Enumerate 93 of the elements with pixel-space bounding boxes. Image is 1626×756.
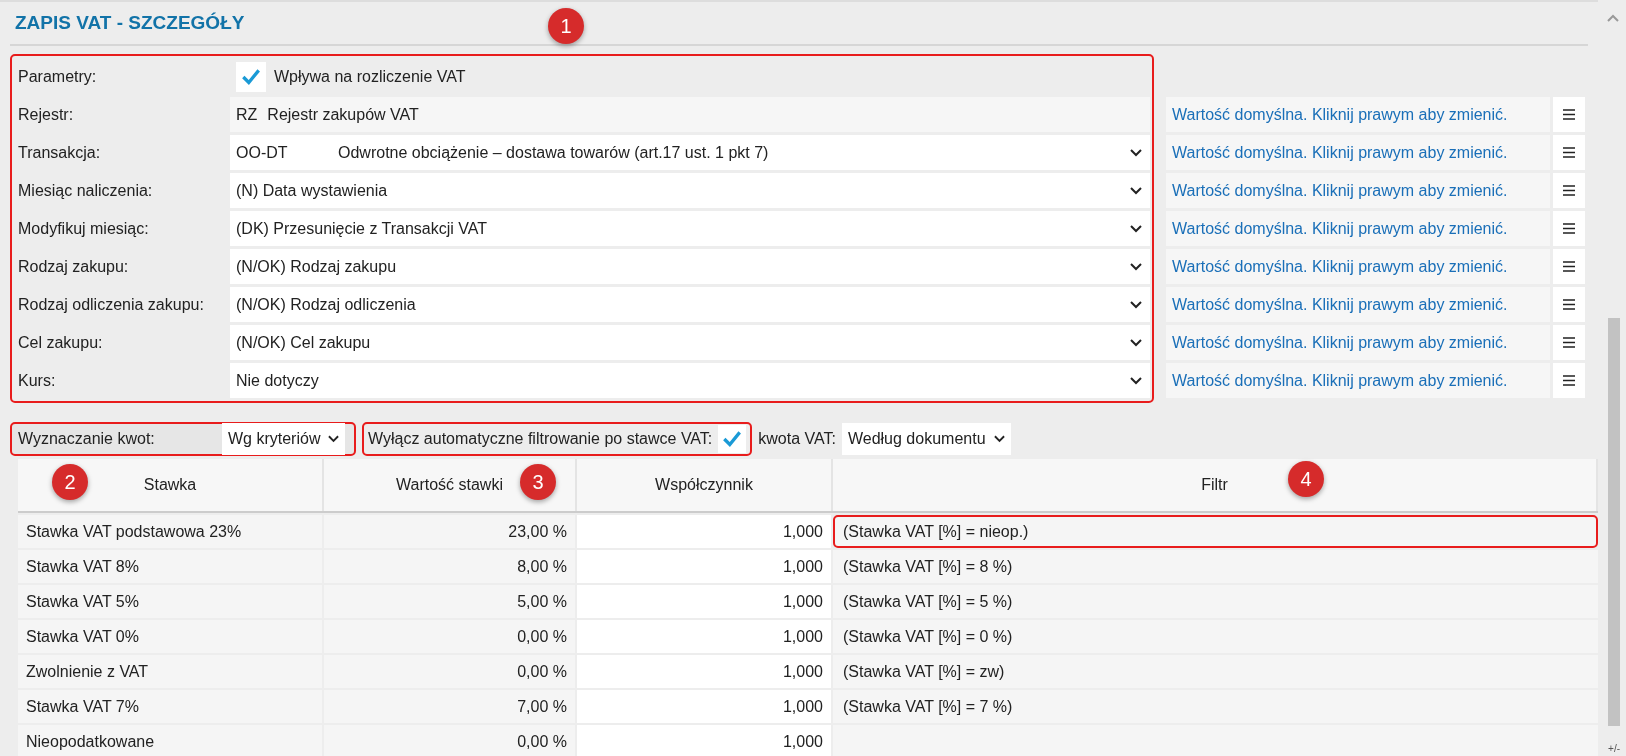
dropdown-field[interactable]: (N/OK) Cel zakupu bbox=[230, 325, 1150, 360]
checkbox-label: Wyłącz automatyczne filtrowanie po stawce VAT: bbox=[368, 430, 713, 448]
menu-button[interactable] bbox=[1553, 97, 1585, 132]
field-label: kwota VAT: bbox=[758, 430, 836, 448]
field-label: Cel zakupu: bbox=[17, 332, 104, 353]
table-cell: (Stawka VAT [%] = 8 %) bbox=[833, 550, 1598, 583]
checkbox[interactable] bbox=[718, 425, 747, 453]
field-label: Kurs: bbox=[17, 370, 57, 391]
scroll-up-icon bbox=[1607, 14, 1619, 22]
checkmark-icon bbox=[721, 428, 744, 450]
input-field[interactable]: 1,000 bbox=[577, 585, 833, 618]
table-cell: (Stawka VAT [%] = 0 %) bbox=[833, 620, 1598, 653]
default-value-link[interactable]: Wartość domyślna. Kliknij prawym aby zmienić. bbox=[1166, 211, 1550, 246]
menu-icon bbox=[1563, 223, 1575, 234]
scrollbar[interactable]: +/- bbox=[1604, 0, 1622, 756]
dropdown-field[interactable]: (N) Data wystawienia bbox=[230, 173, 1150, 208]
dropdown-field[interactable]: (N/OK) Rodzaj odliczenia bbox=[230, 287, 1150, 322]
section-title: ZAPIS VAT - SZCZEGÓŁY bbox=[14, 12, 245, 34]
chevron-icon bbox=[1130, 148, 1142, 157]
field-label: Rodzaj zakupu: bbox=[17, 256, 130, 277]
menu-button[interactable] bbox=[1553, 173, 1585, 208]
table-cell: 0,00 % bbox=[324, 725, 577, 756]
field-label: Rejestr: bbox=[17, 104, 75, 125]
table-cell: Stawka VAT podstawowa 23% bbox=[18, 515, 324, 548]
menu-button[interactable] bbox=[1553, 211, 1585, 246]
table-cell: (Stawka VAT [%] = zw) bbox=[833, 655, 1598, 688]
menu-icon bbox=[1563, 337, 1575, 348]
table-cell: 0,00 % bbox=[324, 620, 577, 653]
dropdown-field[interactable]: Wg kryteriów bbox=[222, 423, 346, 455]
table-cell: Stawka VAT 8% bbox=[18, 550, 324, 583]
chevron-icon bbox=[328, 435, 340, 443]
menu-icon bbox=[1563, 185, 1575, 196]
field-label: Parametry: bbox=[17, 66, 98, 87]
table-cell: Stawka VAT 7% bbox=[18, 690, 324, 723]
checkbox-label: Wpływa na rozliczenie VAT bbox=[274, 67, 466, 86]
default-value-link[interactable]: Wartość domyślna. Kliknij prawym aby zmienić. bbox=[1166, 325, 1550, 360]
default-value-link[interactable]: Wartość domyślna. Kliknij prawym aby zmienić. bbox=[1166, 287, 1550, 322]
menu-icon bbox=[1563, 375, 1575, 386]
menu-button[interactable] bbox=[1553, 287, 1585, 322]
field-label: Wyznaczanie kwot: bbox=[18, 430, 156, 448]
menu-icon bbox=[1563, 109, 1575, 120]
menu-button[interactable] bbox=[1553, 135, 1585, 170]
field-label: Modyfikuj miesiąc: bbox=[17, 218, 150, 239]
number-badge: 1 bbox=[548, 8, 584, 44]
default-value-link[interactable]: Wartość domyślna. Kliknij prawym aby zmienić. bbox=[1166, 97, 1550, 132]
chevron-icon bbox=[1130, 300, 1142, 309]
table-cell: Zwolnienie z VAT bbox=[18, 655, 324, 688]
menu-button[interactable] bbox=[1553, 363, 1585, 398]
table-cell: Stawka VAT 0% bbox=[18, 620, 324, 653]
menu-icon bbox=[1563, 299, 1575, 310]
number-badge: 4 bbox=[1288, 461, 1324, 497]
table-cell: (Stawka VAT [%] = 7 %) bbox=[833, 690, 1598, 723]
table-cell: 7,00 % bbox=[324, 690, 577, 723]
table-cell: 5,00 % bbox=[324, 585, 577, 618]
default-value-link[interactable]: Wartość domyślna. Kliknij prawym aby zmienić. bbox=[1166, 249, 1550, 284]
column-header[interactable]: Współczynnik bbox=[577, 459, 833, 511]
chevron-icon bbox=[1130, 376, 1142, 385]
field-label: Miesiąc naliczenia: bbox=[17, 180, 154, 201]
menu-icon bbox=[1563, 147, 1575, 158]
dropdown-field[interactable]: Według dokumentu bbox=[841, 423, 1011, 455]
default-value-link[interactable]: Wartość domyślna. Kliknij prawym aby zmienić. bbox=[1166, 173, 1550, 208]
field-label: Rodzaj odliczenia zakupu: bbox=[17, 294, 205, 315]
table-cell: 23,00 % bbox=[324, 515, 577, 548]
chevron-icon bbox=[993, 435, 1005, 443]
default-value-link[interactable]: Wartość domyślna. Kliknij prawym aby zmienić. bbox=[1166, 363, 1550, 398]
corner-label: +/- bbox=[1608, 743, 1620, 754]
read-only-field: RZ Rejestr zakupów VAT bbox=[230, 97, 1150, 132]
chevron-icon bbox=[1130, 262, 1142, 271]
table-cell: (Stawka VAT [%] = nieop.) bbox=[833, 515, 1598, 548]
table-cell: (Stawka VAT [%] = 5 %) bbox=[833, 585, 1598, 618]
table-cell: Nieopodatkowane bbox=[18, 725, 324, 756]
menu-icon bbox=[1563, 261, 1575, 272]
input-field[interactable]: 1,000 bbox=[577, 655, 833, 688]
menu-button[interactable] bbox=[1553, 325, 1585, 360]
dropdown-field[interactable]: (N/OK) Rodzaj zakupu bbox=[230, 249, 1150, 284]
input-field[interactable]: 1,000 bbox=[577, 550, 833, 583]
input-field[interactable]: 1,000 bbox=[577, 725, 833, 756]
menu-button[interactable] bbox=[1553, 249, 1585, 284]
table-cell: Stawka VAT 5% bbox=[18, 585, 324, 618]
chevron-icon bbox=[1130, 224, 1142, 233]
input-field[interactable]: 1,000 bbox=[577, 690, 833, 723]
checkbox[interactable] bbox=[236, 61, 266, 92]
dropdown-field[interactable]: OO-DT Odwrotne obciążenie – dostawa towarów (art.17 ust. 1 pkt 7) bbox=[230, 135, 1150, 170]
chevron-icon bbox=[1130, 338, 1142, 347]
input-field[interactable]: 1,000 bbox=[577, 620, 833, 653]
input-field[interactable]: 1,000 bbox=[577, 515, 833, 548]
field-label: Transakcja: bbox=[17, 142, 102, 163]
chevron-icon bbox=[1130, 186, 1142, 195]
dropdown-field[interactable]: Nie dotyczy bbox=[230, 363, 1150, 398]
table-cell: 8,00 % bbox=[324, 550, 577, 583]
table-cell: 0,00 % bbox=[324, 655, 577, 688]
dropdown-field[interactable]: (DK) Przesunięcie z Transakcji VAT bbox=[230, 211, 1150, 246]
default-value-link[interactable]: Wartość domyślna. Kliknij prawym aby zmienić. bbox=[1166, 135, 1550, 170]
